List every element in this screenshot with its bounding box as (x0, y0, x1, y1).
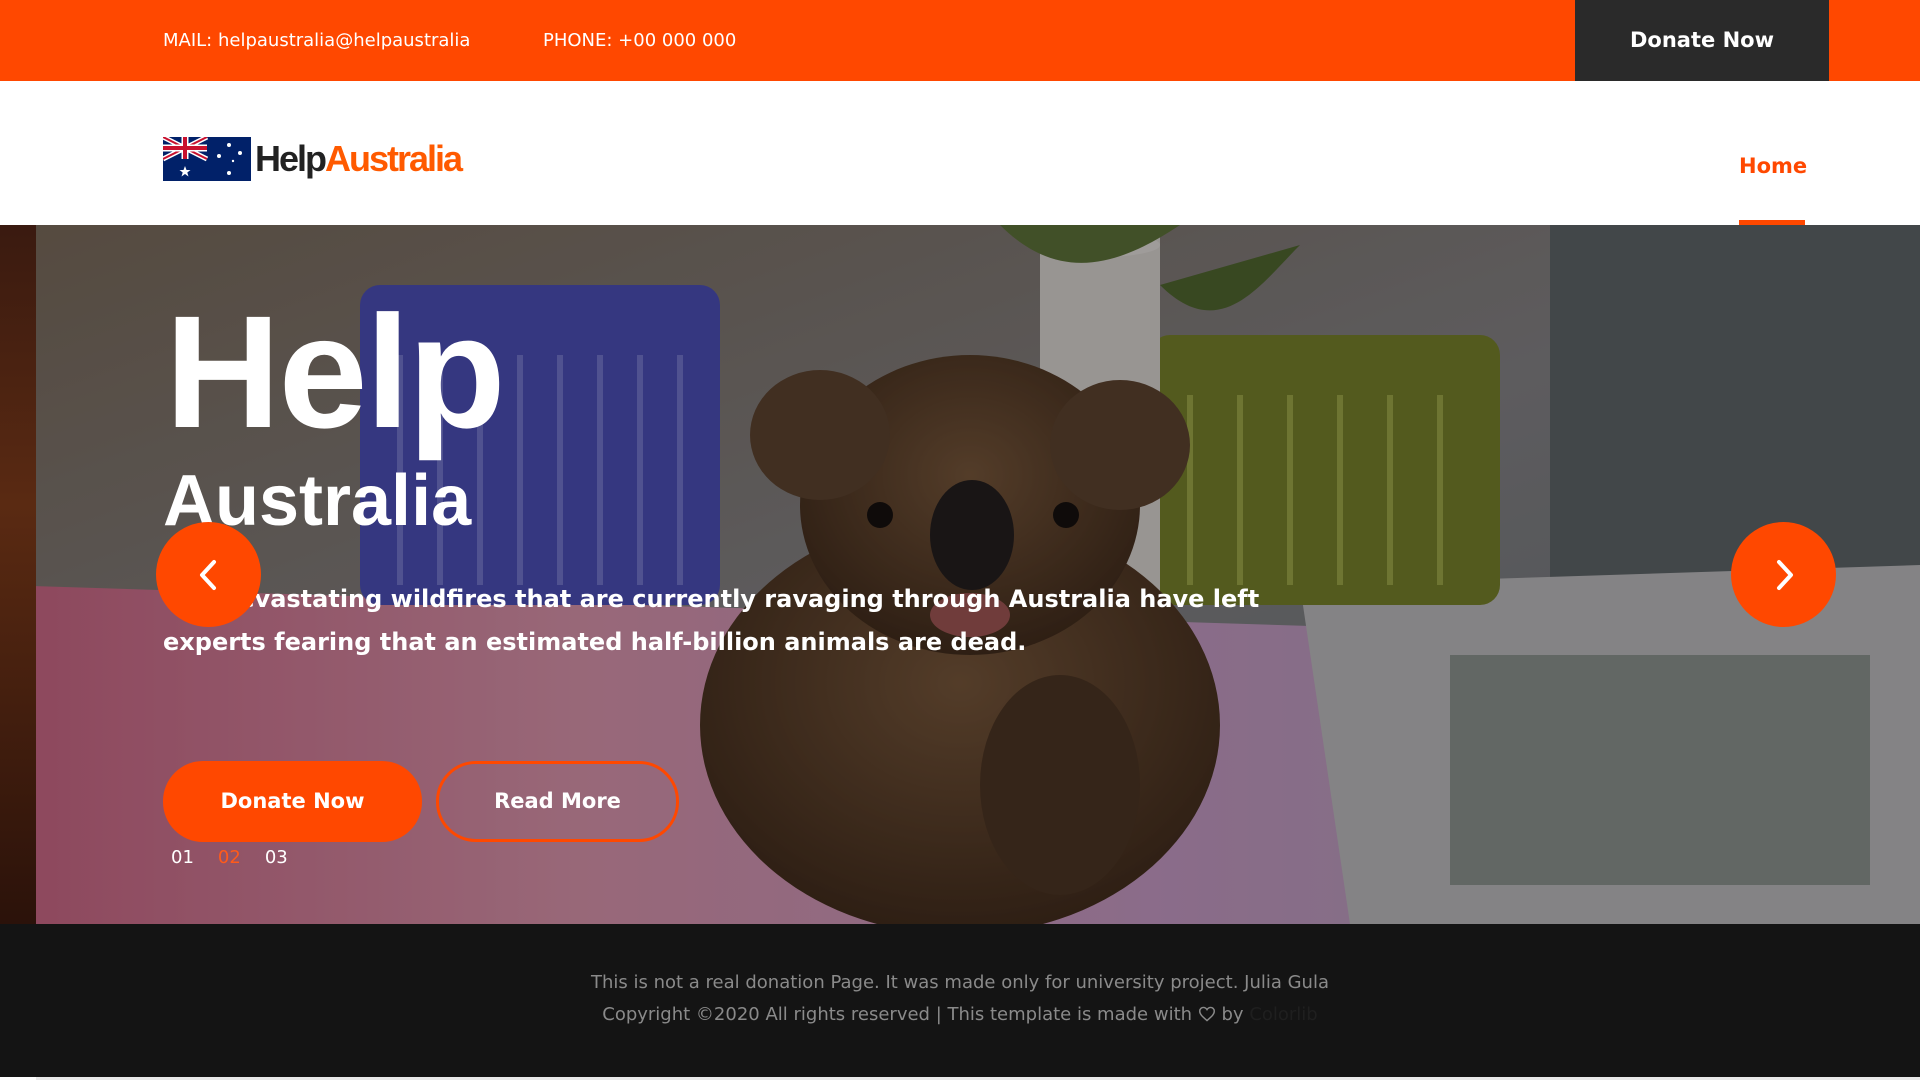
slide-indicator-2[interactable]: 02 (218, 847, 241, 868)
site-header: Help Australia Home (0, 81, 1920, 225)
top-donate-button[interactable]: Donate Now (1575, 0, 1829, 81)
footer-disclaimer: This is not a real donation Page. It was… (590, 972, 1329, 993)
next-slide-button[interactable] (1731, 522, 1836, 627)
hero-description: The devastating wildfires that are curre… (163, 585, 1260, 656)
contact-phone: PHONE: +00 000 000 (543, 30, 737, 51)
chevron-left-icon (199, 559, 216, 590)
hero-donate-button[interactable]: Donate Now (163, 761, 422, 842)
logo-text-australia: Australia (325, 138, 463, 179)
logo-text-help: Help (255, 138, 327, 179)
read-more-button[interactable]: Read More (436, 761, 679, 842)
slide-indicators: 01 02 03 (171, 847, 288, 868)
footer-copyright: Copyright ©2020 All rights reserved | Th… (0, 1004, 1920, 1025)
prev-slide-button[interactable] (156, 522, 261, 627)
contact-email: MAIL: helpaustralia@helpaustralia (163, 30, 471, 51)
nav-item-home[interactable]: Home (1739, 154, 1807, 178)
previous-slide-edge (0, 225, 36, 924)
colorlib-link[interactable]: Colorlib (1249, 1004, 1317, 1025)
hero-title: Help (165, 282, 506, 461)
chevron-right-icon (1776, 559, 1793, 590)
copyright-text: Copyright ©2020 All rights reserved | Th… (602, 1004, 1193, 1025)
australia-flag-icon (163, 137, 251, 181)
by-text: by (1221, 1004, 1244, 1025)
slide-indicator-1[interactable]: 01 (171, 847, 194, 868)
top-bar: MAIL: helpaustralia@helpaustralia PHONE:… (0, 0, 1920, 81)
heart-icon (1198, 1006, 1215, 1022)
slide-indicator-3[interactable]: 03 (265, 847, 288, 868)
hero-slider: Help Australia The devastating wildfires… (0, 225, 1920, 924)
site-footer: This is not a real donation Page. It was… (0, 924, 1920, 1077)
site-logo[interactable]: Help Australia (163, 136, 463, 182)
